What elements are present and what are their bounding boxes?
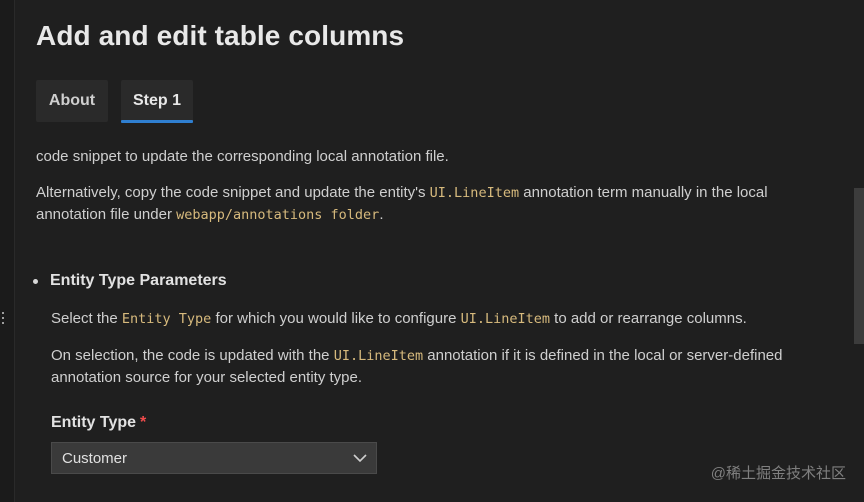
code-ui-lineitem: UI.LineItem xyxy=(429,185,520,201)
entity-type-selected-value: Customer xyxy=(62,450,128,467)
select-paragraph: Select the Entity Type for which you wou… xyxy=(51,308,831,330)
code-ui-lineitem: UI.LineItem xyxy=(333,348,424,364)
code-entity-type: Entity Type xyxy=(121,311,212,327)
section-text: for which you would like to configure xyxy=(211,310,461,327)
intro-paragraph: code snippet to update the corresponding… xyxy=(36,146,826,168)
section-heading: Entity Type Parameters xyxy=(50,272,227,289)
code-annotations-folder: webapp/annotations folder xyxy=(176,207,380,223)
left-gutter xyxy=(0,0,15,502)
active-tab-indicator xyxy=(121,120,193,123)
section-text: On selection, the code is updated with t… xyxy=(51,347,334,364)
section-text: Select the xyxy=(51,310,122,327)
selection-paragraph: On selection, the code is updated with t… xyxy=(51,345,811,389)
entity-type-select[interactable]: Customer xyxy=(51,442,377,474)
section-text: to add or rearrange columns. xyxy=(550,310,747,327)
walkthrough-panel: Add and edit table columns About Step 1 … xyxy=(15,0,864,502)
alternative-paragraph: Alternatively, copy the code snippet and… xyxy=(36,182,826,226)
more-vertical-icon[interactable] xyxy=(2,312,6,328)
alt-text: . xyxy=(379,206,384,223)
chevron-down-icon xyxy=(353,454,367,463)
code-ui-lineitem: UI.LineItem xyxy=(460,311,550,327)
entity-type-label: Entity Type * xyxy=(51,412,146,434)
required-marker: * xyxy=(140,414,147,431)
tab-about[interactable]: About xyxy=(36,80,108,122)
intro-text: code snippet to update the corresponding… xyxy=(36,148,449,165)
vertical-scrollbar[interactable] xyxy=(854,188,864,344)
bullet-icon xyxy=(33,279,38,284)
entity-type-label-text: Entity Type xyxy=(51,414,137,431)
alt-text: Alternatively, copy the code snippet and… xyxy=(36,184,430,201)
watermark: @稀土掘金技术社区 xyxy=(710,465,846,482)
page-title: Add and edit table columns xyxy=(36,20,405,51)
tab-step-1[interactable]: Step 1 xyxy=(121,80,193,122)
